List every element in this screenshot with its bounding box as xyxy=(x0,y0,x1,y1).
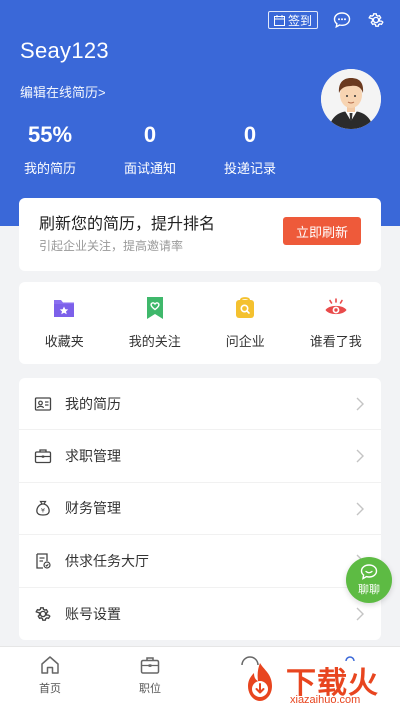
svg-text:¥: ¥ xyxy=(41,507,45,515)
stat-value: 0 xyxy=(243,122,257,147)
chat-smile-icon xyxy=(360,563,378,580)
checkin-label: 签到 xyxy=(287,13,312,28)
chevron-right-icon xyxy=(356,449,364,463)
gear-icon xyxy=(33,604,53,624)
gear-icon xyxy=(368,13,384,27)
stat-applications[interactable]: 0 投递记录 xyxy=(200,120,300,177)
edit-resume-link[interactable]: 编辑在线简历> xyxy=(20,82,106,101)
quick-label: 我的关注 xyxy=(128,334,181,349)
calendar-icon xyxy=(273,14,285,26)
tab-label: 首页 xyxy=(39,683,61,695)
briefcase-icon xyxy=(33,446,53,466)
chat-fab-button[interactable]: 聊聊 xyxy=(346,557,392,603)
watermark: 下载火 xiazaihuo.com xyxy=(234,658,400,711)
chevron-right-icon xyxy=(356,397,364,411)
flame-logo-icon xyxy=(248,663,272,701)
menu-item-my-resume[interactable]: 我的简历 xyxy=(19,378,381,431)
message-button[interactable] xyxy=(332,10,352,30)
menu-item-finance[interactable]: ¥ 财务管理 xyxy=(19,483,381,536)
stat-resume[interactable]: 55% 我的简历 xyxy=(0,120,100,177)
refresh-now-button[interactable]: 立即刷新 xyxy=(283,217,361,245)
question-bag-icon xyxy=(236,297,255,318)
resume-icon xyxy=(33,394,53,414)
folder-star-icon xyxy=(54,300,75,317)
chat-fab-label: 聊聊 xyxy=(358,583,380,596)
chat-bubble-icon xyxy=(333,12,351,29)
chevron-right-icon xyxy=(356,607,364,621)
checkin-button[interactable]: 签到 xyxy=(267,11,318,29)
quick-ask-company[interactable]: 问企业 xyxy=(200,282,291,364)
briefcase-icon xyxy=(140,657,160,674)
avatar[interactable] xyxy=(321,69,381,129)
menu-label: 财务管理 xyxy=(65,500,121,517)
quick-label: 问企业 xyxy=(225,334,265,349)
tab-label: 职位 xyxy=(139,683,161,695)
eye-icon xyxy=(325,298,347,315)
stat-interviews[interactable]: 0 面试通知 xyxy=(100,120,200,177)
top-actions: 签到 xyxy=(267,10,386,30)
stat-label: 我的简历 xyxy=(23,161,76,176)
stat-value: 55% xyxy=(27,122,73,147)
refresh-subtitle: 引起企业关注，提高邀请率 xyxy=(39,239,184,253)
menu-item-job-management[interactable]: 求职管理 xyxy=(19,430,381,483)
username: Seay123 xyxy=(20,38,109,63)
refresh-resume-card: 刷新您的简历，提升排名 引起企业关注，提高邀请率 立即刷新 xyxy=(19,198,381,271)
profile-header: 签到 Seay123 编辑在线简历> 55% 我的简历 0 面试通知 0 投递记… xyxy=(0,0,400,226)
stat-label: 面试通知 xyxy=(123,161,176,176)
tab-jobs[interactable]: 职位 xyxy=(100,647,200,711)
menu-item-task-hall[interactable]: 供求任务大厅 xyxy=(19,535,381,588)
settings-button[interactable] xyxy=(366,10,386,30)
avatar-icon xyxy=(321,69,381,129)
menu-label: 求职管理 xyxy=(65,448,121,465)
quick-follows[interactable]: 我的关注 xyxy=(110,282,201,364)
quick-who-viewed[interactable]: 谁看了我 xyxy=(291,282,382,364)
bookmark-heart-icon xyxy=(146,297,163,319)
menu-label: 我的简历 xyxy=(65,395,121,412)
stat-value: 0 xyxy=(143,122,157,147)
task-list-icon xyxy=(33,551,53,571)
quick-favorites[interactable]: 收藏夹 xyxy=(19,282,110,364)
chevron-right-icon xyxy=(356,502,364,516)
home-icon xyxy=(41,656,59,674)
stat-label: 投递记录 xyxy=(223,161,276,176)
quick-label: 收藏夹 xyxy=(44,334,84,349)
refresh-title: 刷新您的简历，提升排名 xyxy=(39,216,216,233)
quick-actions: 收藏夹 我的关注 问企业 谁看了我 xyxy=(19,282,381,364)
money-bag-icon: ¥ xyxy=(33,498,53,518)
menu-label: 账号设置 xyxy=(65,605,121,622)
stats-row: 55% 我的简历 0 面试通知 0 投递记录 xyxy=(0,120,300,177)
tab-home[interactable]: 首页 xyxy=(0,647,100,711)
menu-item-account-settings[interactable]: 账号设置 xyxy=(19,588,381,640)
menu-label: 供求任务大厅 xyxy=(65,552,149,569)
quick-label: 谁看了我 xyxy=(309,334,362,349)
watermark-url: xiazaihuo.com xyxy=(290,694,361,706)
menu-list: 我的简历 求职管理 ¥ 财务管理 供求任务大厅 账号设置 xyxy=(19,378,381,640)
